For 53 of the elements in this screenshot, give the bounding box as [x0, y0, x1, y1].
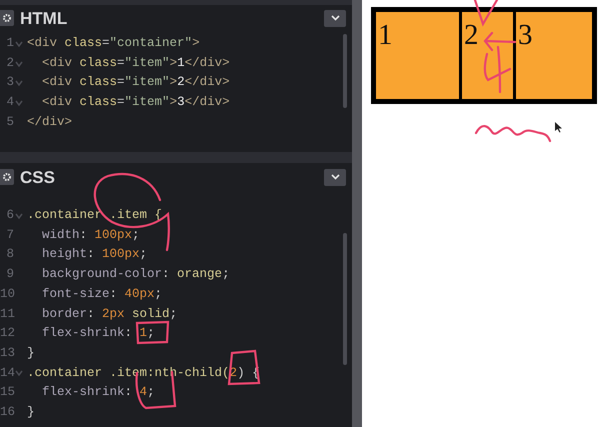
scrollbar-thumb[interactable]	[343, 34, 347, 108]
code-line: <div class="container">	[27, 35, 200, 52]
code-line: background-color: orange;	[41, 266, 230, 284]
code-line: </div>	[27, 114, 72, 131]
settings-button[interactable]	[0, 10, 14, 26]
code-line: font-size: 40px;	[41, 286, 162, 303]
line-number: 7	[5, 226, 14, 244]
line-number: 5	[5, 114, 14, 131]
code-line: flex-shrink: 1;	[41, 325, 155, 342]
code-line: <div class="item">1</div>	[41, 54, 230, 72]
line-number: 13	[0, 344, 14, 362]
line-number: 9	[5, 266, 14, 284]
code-line: flex-shrink: 4;	[41, 384, 155, 402]
line-number: 6	[5, 207, 14, 224]
line-number: 16	[0, 404, 14, 422]
chevron-down-icon	[330, 174, 340, 180]
fold-caret-icon[interactable]	[15, 212, 23, 219]
code-line: height: 100px;	[41, 246, 148, 264]
dropdown-button[interactable]	[324, 168, 346, 186]
flex-item: 2	[462, 12, 516, 99]
scrollbar-thumb[interactable]	[343, 233, 347, 365]
ink-scribble-drawing	[484, 46, 512, 94]
line-number: 14	[0, 364, 14, 382]
fold-caret-icon[interactable]	[15, 100, 23, 106]
line-number: 4	[5, 94, 14, 112]
line-number: 1	[5, 35, 14, 52]
fold-caret-icon[interactable]	[15, 40, 23, 47]
code-line: }	[27, 404, 35, 422]
editor-title: CSS	[20, 168, 55, 186]
settings-icon	[3, 173, 11, 181]
line-number: 15	[0, 384, 14, 402]
code-line: border: 2px solid;	[41, 306, 178, 323]
line-number: 2	[5, 54, 14, 72]
fold-caret-icon[interactable]	[15, 80, 23, 86]
line-number: 12	[0, 325, 14, 342]
code-line: }	[27, 344, 35, 362]
chevron-down-icon	[330, 15, 340, 21]
line-number: 10	[0, 286, 14, 303]
settings-button[interactable]	[0, 169, 14, 185]
code-line: <div class="item">2</div>	[41, 74, 230, 92]
line-number: 8	[5, 246, 14, 264]
settings-icon	[3, 14, 11, 22]
cursor-icon	[555, 122, 562, 133]
editor-title: HTML	[20, 10, 68, 26]
flex-item: 1	[376, 12, 462, 99]
flex-item: 3	[516, 12, 592, 99]
code-line: width: 100px;	[41, 226, 140, 244]
fold-caret-icon[interactable]	[15, 60, 23, 67]
line-number: 3	[5, 74, 14, 92]
dropdown-button[interactable]	[324, 10, 346, 26]
fold-caret-icon[interactable]	[15, 370, 23, 376]
code-line: <div class="item">3</div>	[41, 94, 230, 112]
line-number: 11	[0, 306, 14, 323]
